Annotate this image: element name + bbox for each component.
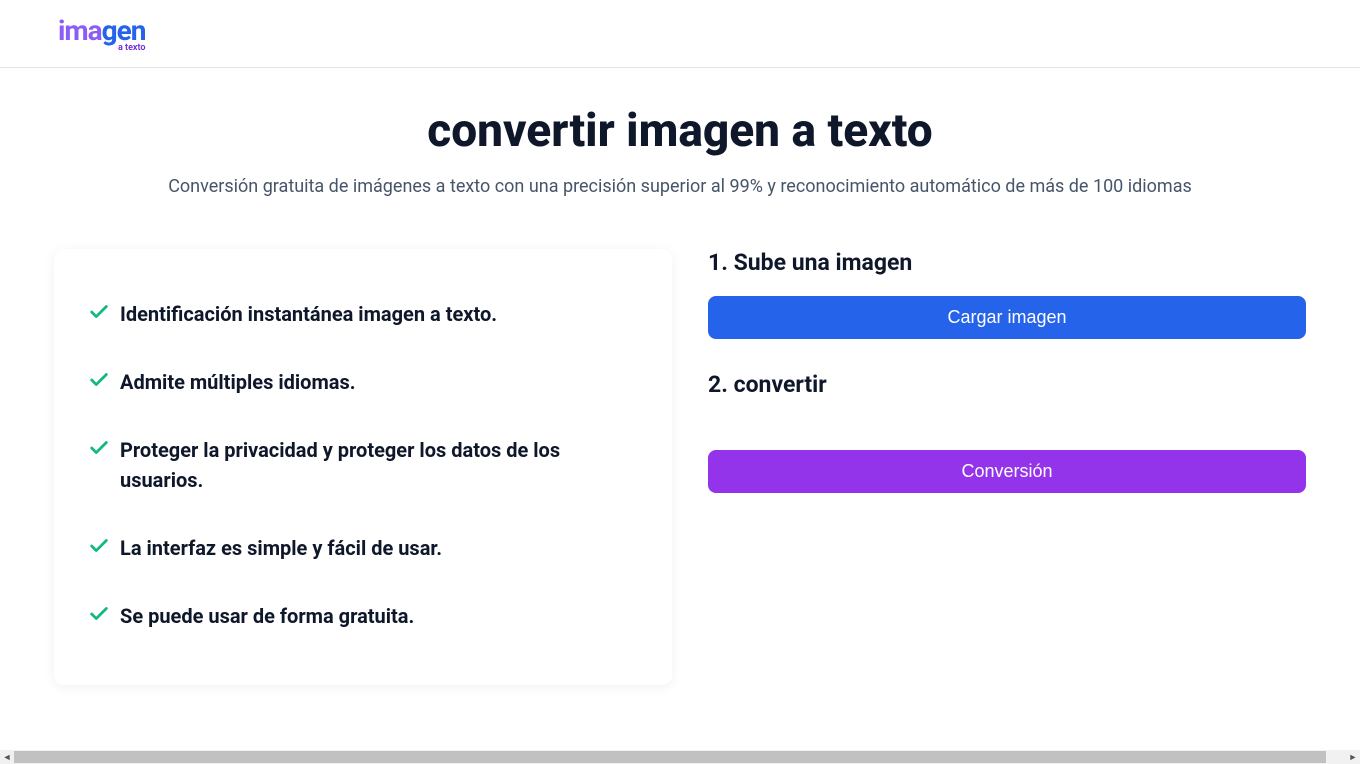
scrollbar-thumb[interactable] [14, 751, 1326, 763]
scrollbar-left-arrow-icon[interactable]: ◄ [0, 750, 14, 764]
feature-text: Identificación instantánea imagen a text… [120, 299, 497, 329]
page-title: convertir imagen a texto [0, 104, 1360, 158]
feature-text: La interfaz es simple y fácil de usar. [120, 533, 442, 563]
logo[interactable]: imagen a texto [58, 14, 145, 53]
convert-button[interactable]: Conversión [708, 450, 1306, 493]
upload-area: 1. Sube una imagen Cargar imagen 2. conv… [708, 249, 1306, 685]
page-subtitle: Conversión gratuita de imágenes a texto … [0, 176, 1360, 197]
horizontal-scrollbar[interactable]: ◄ ► [0, 750, 1360, 764]
header: imagen a texto [0, 0, 1360, 68]
check-icon [88, 437, 110, 459]
features-card: Identificación instantánea imagen a text… [54, 249, 672, 685]
check-icon [88, 603, 110, 625]
feature-text: Se puede usar de forma gratuita. [120, 601, 414, 631]
feature-item: Se puede usar de forma gratuita. [88, 601, 638, 631]
feature-text: Proteger la privacidad y proteger los da… [120, 435, 638, 495]
feature-item: Proteger la privacidad y proteger los da… [88, 435, 638, 495]
scrollbar-track[interactable] [14, 750, 1346, 764]
feature-text: Admite múltiples idiomas. [120, 367, 356, 397]
check-icon [88, 369, 110, 391]
feature-item: Identificación instantánea imagen a text… [88, 299, 638, 329]
feature-item: Admite múltiples idiomas. [88, 367, 638, 397]
check-icon [88, 301, 110, 323]
logo-subtitle: a texto [118, 43, 146, 53]
logo-part1: ima [58, 14, 102, 47]
scrollbar-right-arrow-icon[interactable]: ► [1346, 750, 1360, 764]
upload-button[interactable]: Cargar imagen [708, 296, 1306, 339]
step2-title: 2. convertir [708, 371, 1306, 398]
check-icon [88, 535, 110, 557]
feature-item: La interfaz es simple y fácil de usar. [88, 533, 638, 563]
content-area: Identificación instantánea imagen a text… [0, 249, 1360, 685]
step1-title: 1. Sube una imagen [708, 249, 1306, 276]
